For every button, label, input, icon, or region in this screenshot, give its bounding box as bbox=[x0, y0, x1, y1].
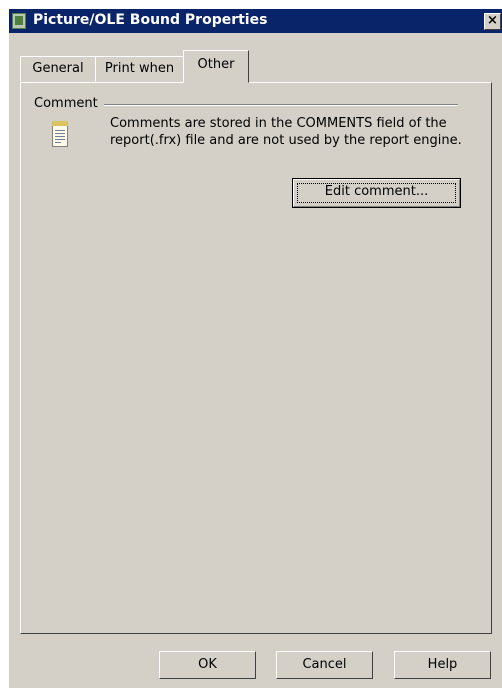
tab-panel-other bbox=[20, 82, 492, 634]
tab-other[interactable]: Other bbox=[183, 50, 249, 83]
cancel-button[interactable]: Cancel bbox=[276, 651, 373, 679]
comment-group-label: Comment bbox=[34, 96, 98, 111]
close-button[interactable]: × bbox=[484, 13, 501, 30]
help-button[interactable]: Help bbox=[394, 651, 491, 679]
comment-description: Comments are stored in the COMMENTS fiel… bbox=[110, 116, 462, 148]
tab-general[interactable]: General bbox=[20, 56, 96, 82]
notepad-icon bbox=[52, 121, 70, 148]
app-icon bbox=[12, 13, 26, 29]
edit-comment-button[interactable]: Edit comment... bbox=[292, 178, 461, 208]
title-bar[interactable]: Picture/OLE Bound Properties × bbox=[9, 9, 502, 33]
window-title: Picture/OLE Bound Properties bbox=[33, 12, 268, 28]
ok-button[interactable]: OK bbox=[159, 651, 256, 679]
group-divider bbox=[104, 104, 458, 106]
tab-print-when[interactable]: Print when bbox=[95, 56, 184, 82]
edit-comment-label: Edit comment... bbox=[324, 184, 429, 199]
